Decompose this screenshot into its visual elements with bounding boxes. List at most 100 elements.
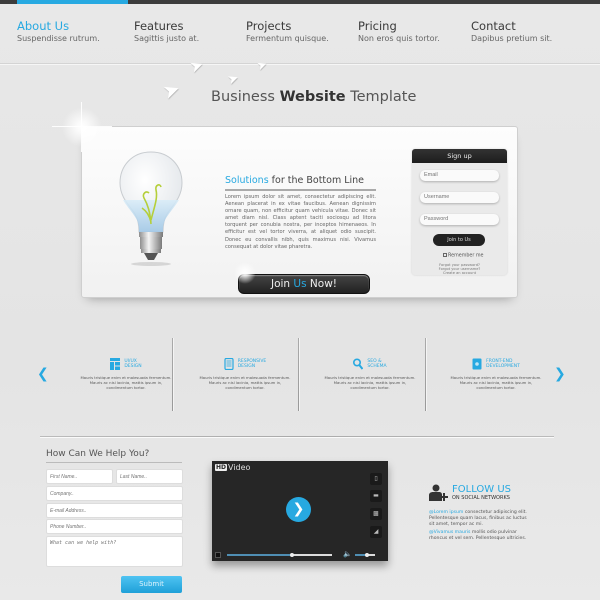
nav-item-features[interactable]: Features Sagittis justo at. bbox=[134, 20, 199, 44]
nav-item-contact[interactable]: Contact Dapibus pretium sit. bbox=[471, 20, 552, 44]
active-nav-indicator bbox=[17, 0, 128, 4]
layout-icon bbox=[110, 358, 121, 370]
sparkle-icon bbox=[62, 107, 102, 147]
video-title-text: Video bbox=[228, 463, 251, 472]
help-form-rule bbox=[46, 462, 182, 463]
help-form-title: How Can We Help You? bbox=[46, 449, 150, 459]
title-prefix: Business bbox=[211, 89, 280, 105]
search-icon bbox=[353, 358, 364, 370]
nav-title: Pricing bbox=[358, 19, 397, 33]
feature-separator bbox=[425, 338, 427, 411]
feature-label: SEO & SCHEMA bbox=[367, 359, 386, 370]
remember-me-label: Remember me bbox=[448, 253, 484, 259]
page-title: Business Website Template bbox=[211, 89, 416, 105]
signal-icon[interactable]: ◢ bbox=[370, 526, 382, 538]
submit-button[interactable]: Submit bbox=[121, 576, 182, 593]
nav-item-projects[interactable]: Projects Fermentum quisque. bbox=[246, 20, 329, 44]
sparkle-ray bbox=[81, 102, 82, 152]
company-input[interactable] bbox=[46, 486, 183, 501]
solutions-rule bbox=[225, 189, 376, 191]
feature-item[interactable]: SEO & SCHEMA Mauris tristique enim et mal… bbox=[320, 356, 420, 391]
last-name-input[interactable] bbox=[116, 469, 183, 484]
solutions-heading: Solutions for the Bottom Line bbox=[225, 175, 364, 186]
social-post: @Lorem ipsum consectetur adipiscing elit… bbox=[429, 510, 533, 528]
signup-title: Sign up bbox=[412, 149, 507, 163]
play-button[interactable]: ❯ bbox=[286, 497, 311, 522]
stop-button[interactable] bbox=[215, 552, 221, 558]
post-handle-link[interactable]: @Lorem ipsum bbox=[429, 510, 463, 515]
nav-title: Contact bbox=[471, 19, 516, 33]
nav-subtitle: Sagittis justo at. bbox=[134, 34, 200, 43]
signup-password-input[interactable] bbox=[420, 214, 499, 225]
video-title: HD Video bbox=[215, 463, 250, 472]
remember-me-checkbox[interactable]: Remember me bbox=[443, 253, 483, 259]
lightbulb-icon bbox=[119, 151, 183, 266]
heading-accent: Solutions bbox=[225, 175, 269, 186]
bird-icon: ➤ bbox=[159, 75, 184, 105]
progress-fill bbox=[227, 554, 293, 556]
title-suffix: Template bbox=[345, 89, 417, 105]
nav-subtitle: Non eros quis tortor. bbox=[358, 34, 440, 43]
feature-item[interactable]: UI/UX DESIGN Mauris tristique enim et mal… bbox=[76, 356, 176, 390]
follow-us-subtitle: ON SOCIAL NETWORKS bbox=[452, 495, 510, 501]
nav-subtitle: Suspendisse rutrum. bbox=[17, 34, 100, 43]
nav-item-about-us[interactable]: About Us Suspendisse rutrum. bbox=[17, 20, 100, 44]
post-handle-link[interactable]: @Vivamus mauris bbox=[429, 530, 470, 535]
phone-icon[interactable]: ▯ bbox=[370, 473, 382, 485]
add-user-icon bbox=[429, 484, 448, 501]
chevron-right-icon[interactable]: ❯ bbox=[554, 366, 566, 382]
feature-text: Mauris tristique enim et malesuada ferme… bbox=[199, 375, 291, 390]
feature-text: Mauris tristique enim et malesuada ferme… bbox=[80, 375, 172, 390]
join-to-us-button[interactable]: Join to Us bbox=[433, 234, 485, 246]
cta-prefix: Join bbox=[270, 278, 294, 290]
nav-title: Projects bbox=[246, 19, 292, 33]
sparkle-icon bbox=[234, 262, 256, 284]
solutions-body: Lorem ipsum dolor sit amet, consectetur … bbox=[225, 194, 376, 250]
feature-separator bbox=[298, 338, 300, 411]
signup-username-input[interactable] bbox=[420, 192, 499, 203]
feature-label: FRONT-END DEVELOPMENT bbox=[486, 359, 520, 370]
mobile-icon bbox=[224, 358, 234, 370]
quality-icon[interactable]: ▩ bbox=[370, 508, 382, 520]
feature-label-line: SCHEMA bbox=[367, 364, 387, 369]
first-name-input[interactable] bbox=[46, 469, 113, 484]
signup-email-input[interactable] bbox=[420, 170, 499, 181]
feature-item[interactable]: FRONT-END DEVELOPMENT Mauris tristique en… bbox=[446, 356, 546, 390]
hd-badge: HD bbox=[215, 464, 228, 471]
email-input[interactable] bbox=[46, 503, 183, 518]
feature-item[interactable]: RESPONSIVE DESIGN Mauris tristique enim e… bbox=[195, 356, 295, 390]
phone-input[interactable] bbox=[46, 519, 183, 534]
title-bold: Website bbox=[279, 89, 346, 105]
sparkle-ray bbox=[52, 126, 112, 127]
checkbox-icon[interactable] bbox=[443, 253, 447, 257]
create-account-link[interactable]: Create an account bbox=[412, 271, 507, 275]
cta-suffix: Now! bbox=[306, 278, 337, 290]
feature-label-line: DESIGN bbox=[124, 364, 142, 369]
feature-label-line: DESIGN bbox=[237, 364, 256, 369]
cta-accent: Us bbox=[293, 278, 307, 290]
chevron-left-icon[interactable]: ❮ bbox=[37, 366, 49, 382]
header-divider bbox=[0, 63, 600, 65]
feature-label-line: DEVELOPMENT bbox=[486, 364, 520, 369]
join-us-now-button[interactable]: Join Us Now! bbox=[238, 274, 370, 294]
heading-rest: for the Bottom Line bbox=[268, 175, 365, 186]
document-icon bbox=[472, 358, 482, 370]
message-textarea[interactable] bbox=[46, 536, 183, 567]
bird-icon: ➤ bbox=[187, 54, 207, 77]
feature-text: Mauris tristique enim et malesuada ferme… bbox=[450, 375, 542, 390]
nav-subtitle: Fermentum quisque. bbox=[246, 34, 329, 43]
widescreen-icon[interactable]: ▬ bbox=[370, 490, 382, 502]
bird-icon: ➤ bbox=[254, 56, 270, 74]
bird-icon: ➤ bbox=[225, 70, 242, 89]
follow-us-title: FOLLOW US bbox=[452, 484, 512, 495]
section-divider bbox=[40, 436, 554, 438]
feature-label: UI/UX DESIGN bbox=[124, 359, 141, 370]
nav-title: Features bbox=[134, 19, 184, 33]
social-post: @Vivamus mauris mollis odio pulvinar rho… bbox=[429, 530, 533, 542]
volume-icon[interactable]: 🔈 bbox=[343, 550, 352, 558]
feature-text: Mauris tristique enim et malesuada ferme… bbox=[324, 375, 416, 390]
feature-label: RESPONSIVE DESIGN bbox=[238, 359, 267, 370]
volume-handle[interactable] bbox=[365, 553, 369, 557]
nav-subtitle: Dapibus pretium sit. bbox=[471, 34, 553, 43]
nav-item-pricing[interactable]: Pricing Non eros quis tortor. bbox=[358, 20, 440, 44]
